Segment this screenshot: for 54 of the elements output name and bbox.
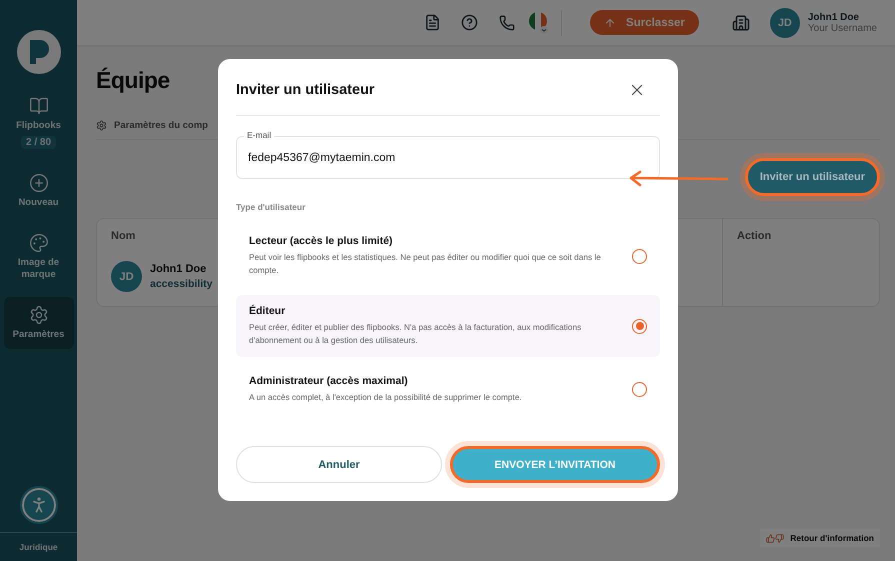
page-title: Équipe bbox=[96, 67, 170, 94]
arrow-up-icon bbox=[604, 16, 616, 28]
sidebar-item[interactable]: Flipbooks 2 / 80 bbox=[4, 88, 74, 157]
user-name: John1 Doe bbox=[808, 12, 860, 22]
palette-icon bbox=[28, 233, 48, 253]
user-type-option[interactable]: Lecteur (accès le plus limité) Peut voir les flipbooks et les statistiques. Ne peut pas éditer ou modifier quoi que ce soit dans le compte. bbox=[236, 225, 660, 287]
column-header: Nom bbox=[111, 230, 136, 242]
upgrade-button[interactable]: Surclasser bbox=[590, 10, 699, 35]
section-label: Type d'utilisateur bbox=[236, 202, 306, 212]
radio-button[interactable] bbox=[632, 382, 647, 397]
thumbs-icon bbox=[766, 534, 784, 542]
sidebar-item[interactable]: Nouveau bbox=[4, 165, 74, 217]
sidebar-item[interactable]: Paramètres bbox=[4, 297, 74, 349]
user-type-option[interactable]: Éditeur Peut créer, éditer et publier des flipbooks. N'a pas accès à la facturation, aux modifications d'abonnement ou à la gestion des utilisateurs. bbox=[236, 295, 660, 357]
member-detail: accessibility bbox=[150, 278, 212, 290]
option-title: Lecteur (accès le plus limité) bbox=[249, 235, 394, 247]
settings-icon bbox=[28, 305, 48, 325]
member-name: John1 Doe bbox=[150, 263, 208, 275]
user-avatar[interactable]: JD bbox=[770, 8, 800, 38]
option-description: Peut créer, éditer et publier des flipbooks. N'a pas accès à la facturation, aux modifications d'abonnement ou à la gestion des utilisateurs. bbox=[249, 321, 582, 347]
radio-button[interactable] bbox=[632, 318, 647, 334]
member-avatar: JD bbox=[111, 261, 142, 292]
option-description: A un accès complet, à l'exception de la possibilité de supprimer le compte. bbox=[249, 391, 523, 404]
option-title: Administrateur (accès maximal) bbox=[249, 375, 409, 387]
feedback-button[interactable]: Retour d'information bbox=[760, 529, 880, 547]
sidebar-item[interactable]: Image de marque bbox=[4, 225, 74, 289]
plus-icon bbox=[28, 173, 48, 193]
accessibility-button[interactable] bbox=[22, 488, 56, 522]
logo-icon bbox=[28, 38, 50, 66]
phone-icon bbox=[498, 14, 515, 30]
sidebar-label: Image de marque bbox=[16, 257, 60, 281]
field-label: E-mail bbox=[244, 130, 274, 141]
help-icon bbox=[461, 14, 478, 31]
document-icon bbox=[424, 14, 442, 31]
user-type-option[interactable]: Administrateur (accès maximal) A un accès complet, à l'exception de la possibilité de supprimer le compte. bbox=[236, 365, 660, 414]
option-title: Éditeur bbox=[249, 305, 286, 317]
flag-icon bbox=[529, 12, 550, 34]
option-description: Peut voir les flipbooks et les statistiques. Ne peut pas éditer ou modifier quoi que ce soit dans le compte. bbox=[249, 251, 602, 277]
sidebar-label: Flipbooks bbox=[16, 120, 61, 132]
count-badge: 2 / 80 bbox=[20, 136, 56, 149]
invite-user-button[interactable]: Inviter un utilisateur bbox=[744, 158, 880, 196]
legal-link[interactable]: Juridique bbox=[19, 542, 58, 552]
settings-tab[interactable]: Paramètres du comp bbox=[96, 120, 208, 131]
building-icon bbox=[732, 14, 750, 32]
dialog-title: Inviter un utilisateur bbox=[236, 82, 375, 98]
column-header: Action bbox=[737, 230, 772, 242]
gear-icon bbox=[96, 120, 107, 131]
book-icon bbox=[28, 96, 48, 116]
sidebar-label: Paramètres bbox=[12, 329, 64, 341]
radio-button[interactable] bbox=[632, 248, 647, 264]
logo[interactable] bbox=[16, 30, 60, 74]
cancel-button[interactable]: Annuler bbox=[236, 446, 442, 483]
sidebar-label: Nouveau bbox=[18, 197, 59, 209]
user-username: Your Username bbox=[808, 22, 877, 34]
